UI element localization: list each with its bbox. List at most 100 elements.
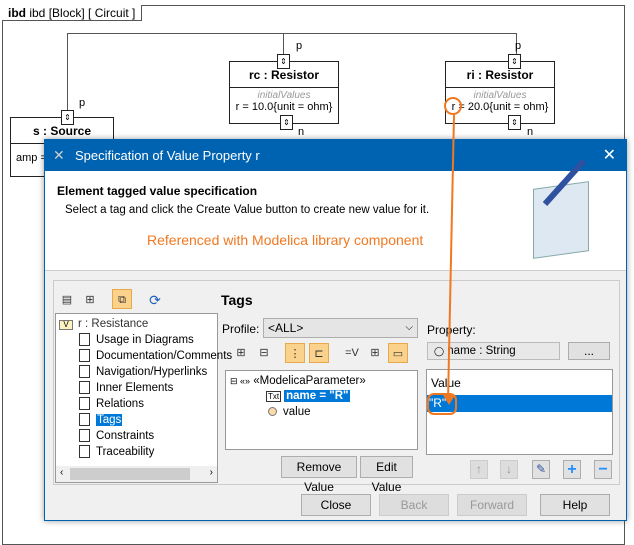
tag-value-label: value [283, 406, 311, 418]
tree-item-label: Tags [96, 414, 123, 426]
scroll-thumb[interactable] [70, 468, 190, 480]
connector [67, 33, 517, 34]
block-value: r = 20.0{unit = ohm} [451, 101, 549, 113]
tree-item-label: Relations [96, 398, 144, 410]
port-label: n [527, 126, 534, 138]
dialog-header: Element tagged value specification Selec… [45, 158, 626, 271]
group-icon[interactable]: ⊏ [309, 343, 329, 363]
chevron-down-icon: ⌵ [405, 322, 413, 333]
highlight-circle [444, 97, 462, 115]
page-icon [79, 333, 90, 347]
page-icon [79, 397, 90, 411]
back-button[interactable]: Back [379, 494, 449, 516]
tree-root[interactable]: Vr : Resistance [59, 316, 148, 332]
panel-title: Tags [221, 292, 253, 308]
port-label: p [515, 40, 522, 52]
forward-button[interactable]: Forward [457, 494, 527, 516]
app-icon: ✕ [53, 147, 65, 163]
header-description: Select a tag and click the Create Value … [65, 204, 430, 216]
page-icon [79, 445, 90, 459]
port-icon[interactable]: ⇕ [277, 54, 290, 69]
edit-value-button[interactable]: Edit Value [360, 456, 413, 494]
tag-name-node[interactable]: Txt name = "R" [266, 388, 351, 404]
port-label: p [296, 40, 303, 52]
port-icon[interactable]: ⇕ [508, 115, 521, 130]
list-view-icon[interactable]: ▤ [57, 290, 77, 310]
port-label: p [79, 97, 86, 109]
annotation-text: Referenced with Modelica library compone… [147, 232, 424, 248]
tree-item-label: Usage in Diagrams [96, 334, 194, 346]
stereotype-node[interactable]: ⊟ «» «ModelicaParameter» [230, 373, 366, 389]
tree-item-usage[interactable]: Usage in Diagrams [79, 332, 194, 348]
tree-item-relations[interactable]: Relations [79, 396, 144, 412]
remove-value-button[interactable]: Remove Value [281, 456, 357, 494]
show-all-icon[interactable]: ▭ [388, 343, 408, 363]
connector [283, 33, 284, 55]
property-label: Property: [427, 323, 476, 337]
property-icon [268, 407, 277, 417]
edit-pencil-icon[interactable]: ✎ [532, 460, 550, 479]
horizontal-scrollbar[interactable]: ‹ › [56, 466, 217, 482]
tree-item-label: Constraints [96, 430, 155, 442]
tree-item-documentation[interactable]: Documentation/Comments [79, 348, 232, 364]
block-ri[interactable]: ri : Resistor initialValues r = 20.0{uni… [445, 61, 555, 124]
dialog-title: Specification of Value Property r [75, 148, 260, 163]
close-button[interactable]: Close [301, 494, 371, 516]
tree-item-label: Navigation/Hyperlinks [96, 366, 208, 378]
header-title: Element tagged value specification [57, 184, 258, 198]
port-label: n [298, 126, 305, 138]
profile-dropdown[interactable]: <ALL> ⌵ [263, 318, 418, 338]
block-value: r = 10.0{unit = ohm} [235, 101, 333, 113]
port-icon[interactable]: ⇕ [280, 115, 293, 130]
scroll-right-icon[interactable]: › [210, 467, 213, 478]
profile-label: Profile: [222, 322, 260, 336]
specification-icon [533, 181, 589, 259]
tree-item-traceability[interactable]: Traceability [79, 444, 154, 460]
port-icon[interactable]: ⇕ [508, 54, 521, 69]
collapse-icon[interactable]: ⊟ [254, 343, 274, 363]
tree-item-label: Documentation/Comments [96, 350, 233, 362]
connector [67, 33, 68, 111]
scroll-left-icon[interactable]: ‹ [60, 467, 63, 478]
tree-item-inner-elements[interactable]: Inner Elements [79, 380, 173, 396]
page-icon [79, 381, 90, 395]
refresh-icon[interactable]: ⟳ [145, 290, 165, 310]
page-icon [79, 413, 90, 427]
page-icon [79, 429, 90, 443]
browse-button[interactable]: ... [568, 342, 610, 360]
value-column-header: Value [431, 376, 461, 390]
profile-value: <ALL> [268, 321, 304, 335]
stereotype-label: «ModelicaParameter» [253, 375, 366, 387]
navigation-tree: Vr : Resistance Usage in Diagrams Docume… [55, 313, 232, 483]
grid-icon[interactable]: ⊞ [365, 343, 385, 363]
tree-item-navigation[interactable]: Navigation/Hyperlinks [79, 364, 207, 380]
title-bar: ✕ Specification of Value Property r ✕ [45, 140, 626, 171]
port-icon[interactable]: ⇕ [61, 110, 74, 125]
show-tags-icon[interactable]: ⋮ [285, 343, 305, 363]
text-icon: Txt [266, 391, 282, 402]
move-up-icon[interactable]: ↑ [470, 460, 488, 479]
tag-value-node[interactable]: value [268, 404, 311, 420]
tag-name-label: name = "R" [284, 390, 351, 402]
page-icon [79, 349, 90, 363]
help-button[interactable]: Help [540, 494, 610, 516]
specification-dialog: ✕ Specification of Value Property r ✕ El… [44, 139, 627, 521]
block-name: ri : Resistor [446, 62, 554, 88]
arrow-head-icon [443, 395, 455, 405]
tree-item-tags[interactable]: Tags [79, 412, 123, 428]
tree-item-label: Traceability [96, 446, 155, 458]
add-icon[interactable]: + [563, 460, 581, 479]
remove-icon[interactable]: − [594, 460, 612, 479]
tags-tree: ⊟ «» «ModelicaParameter» Txt name = "R" v… [225, 370, 418, 450]
block-section: initialValues [257, 90, 311, 101]
tree-view-icon[interactable]: ⊞ [80, 290, 100, 310]
copy-icon[interactable]: ⧉ [112, 289, 132, 309]
move-down-icon[interactable]: ↓ [500, 460, 518, 479]
tree-root-label: r : Resistance [78, 318, 149, 330]
close-icon[interactable]: ✕ [603, 140, 616, 171]
tree-item-label: Inner Elements [96, 382, 174, 394]
page-icon [79, 365, 90, 379]
tree-item-constraints[interactable]: Constraints [79, 428, 154, 444]
show-values-icon[interactable]: =V [342, 343, 362, 363]
expand-icon[interactable]: ⊞ [231, 343, 251, 363]
